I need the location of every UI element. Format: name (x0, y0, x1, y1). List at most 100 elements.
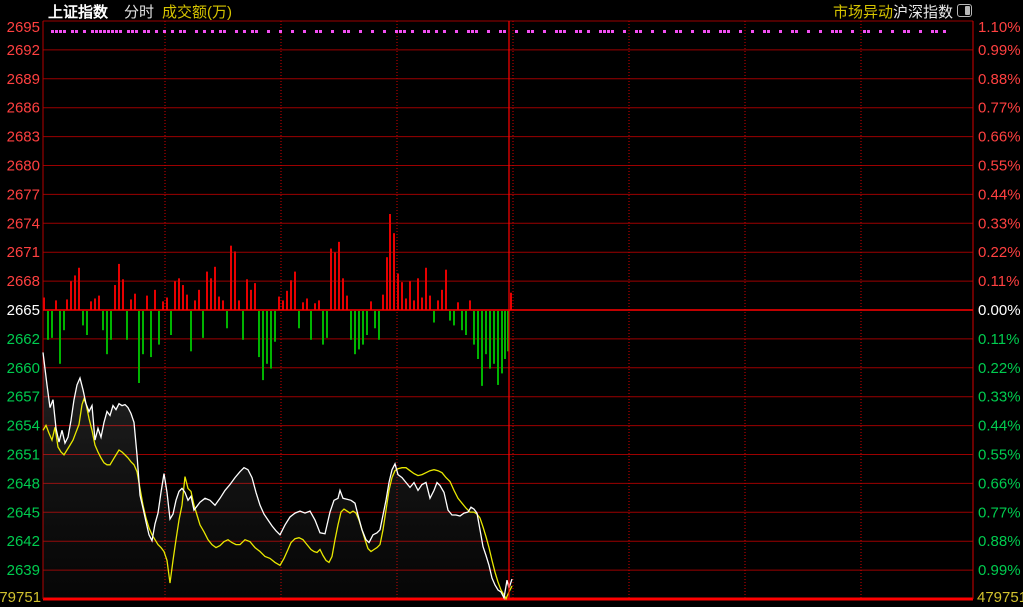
market-event-dot (559, 30, 562, 33)
volume-scale-label-left: 479751 (0, 589, 41, 606)
left-axis-label: 2639 (7, 562, 40, 579)
market-event-dot (907, 30, 910, 33)
market-event-dot (751, 30, 754, 33)
market-event-dot (163, 30, 166, 33)
volume-bar-down (110, 311, 112, 340)
market-event-dot (779, 30, 782, 33)
market-event-dot (563, 30, 566, 33)
market-event-dot (719, 30, 722, 33)
volume-bar-down (497, 311, 499, 385)
volume-bar-up (118, 264, 120, 310)
volume-bar-up (130, 299, 132, 310)
volume-bar-up (278, 297, 280, 310)
intraday-chart-window: 上证指数分时成交额(万) 市场异动沪深指数 269526922689268626… (0, 0, 1023, 607)
volume-bar-up (510, 293, 512, 310)
market-event-dot (183, 30, 186, 33)
right-axis-label: 0.77% (978, 100, 1021, 117)
volume-bar-down (374, 311, 376, 328)
market-event-dot (443, 30, 446, 33)
market-event-dot (931, 30, 934, 33)
volume-bar-down (489, 311, 491, 369)
left-axis-label: 2695 (7, 19, 40, 36)
volume-bar-up (222, 300, 224, 310)
volume-bar-up (234, 251, 236, 310)
left-axis-label: 2677 (7, 186, 40, 203)
market-event-dot (623, 30, 626, 33)
volume-bar-down (358, 311, 360, 349)
market-event-dot (603, 30, 606, 33)
volume-bar-up (198, 290, 200, 310)
volume-bar-up (382, 295, 384, 310)
market-event-dot (599, 30, 602, 33)
market-event-dot (943, 30, 946, 33)
right-axis-label: 0.88% (978, 533, 1021, 550)
volume-bar-up (98, 296, 100, 310)
volume-bar-up (214, 267, 216, 310)
market-event-dot (359, 30, 362, 33)
volume-bar-down (270, 311, 272, 369)
left-axis-label: 2645 (7, 504, 40, 521)
volume-bar-down (82, 311, 84, 325)
volume-bar-down (485, 311, 487, 354)
volume-bar-down (106, 311, 108, 354)
volume-bar-down (266, 311, 268, 364)
volume-bar-down (433, 311, 435, 323)
volume-bar-down (226, 311, 228, 328)
market-event-dot (291, 30, 294, 33)
right-axis-label: 0.22% (978, 244, 1021, 261)
market-event-dot (211, 30, 214, 33)
volume-bar-up (74, 275, 76, 310)
volume-bar-up (230, 246, 232, 310)
volume-bar-down (449, 311, 451, 321)
volume-bar-down (262, 311, 264, 380)
volume-bar-up (346, 296, 348, 310)
volume-bar-up (405, 298, 407, 310)
market-event-dot (75, 30, 78, 33)
right-axis-label: 0.77% (978, 504, 1021, 521)
volume-bar-down (366, 311, 368, 335)
volume-bar-up (194, 300, 196, 310)
market-event-dot (651, 30, 654, 33)
market-event-dot (723, 30, 726, 33)
volume-bar-up (250, 290, 252, 310)
market-event-dot (543, 30, 546, 33)
market-event-dot (59, 30, 62, 33)
right-axis-label: 0.88% (978, 71, 1021, 88)
market-event-dot (579, 30, 582, 33)
volume-bar-down (310, 311, 312, 340)
market-event-dot (919, 30, 922, 33)
volume-bar-down (102, 311, 104, 330)
left-axis-label: 2662 (7, 331, 40, 348)
market-event-dot (607, 30, 610, 33)
volume-bar-down (242, 311, 244, 340)
right-axis-label: 0.00% (978, 302, 1021, 319)
volume-bar-up (210, 278, 212, 310)
volume-bar-down (362, 311, 364, 345)
volume-bar-up (166, 298, 168, 310)
volume-bar-up (122, 279, 124, 310)
market-event-dot (635, 30, 638, 33)
left-axis-label: 2686 (7, 100, 40, 117)
right-axis-label: 0.44% (978, 418, 1021, 435)
left-axis-label: 2671 (7, 244, 40, 261)
market-event-dot (707, 30, 710, 33)
volume-bar-up (370, 301, 372, 310)
volume-bar-down (202, 311, 204, 338)
market-event-dot (383, 30, 386, 33)
volume-bar-down (501, 311, 503, 373)
market-event-dot (891, 30, 894, 33)
market-event-dot (675, 30, 678, 33)
market-event-dot (303, 30, 306, 33)
market-event-dot (503, 30, 506, 33)
intraday-chart-plot[interactable]: 2695269226892686268326802677267426712668… (0, 0, 1023, 607)
left-axis-label: 2683 (7, 129, 40, 146)
market-event-dot (795, 30, 798, 33)
volume-bar-up (70, 281, 72, 310)
left-axis-label: 2680 (7, 158, 40, 175)
market-event-dot (935, 30, 938, 33)
volume-bar-down (378, 311, 380, 340)
volume-bar-down (465, 311, 467, 335)
market-event-dot (819, 30, 822, 33)
volume-bar-up (55, 300, 57, 310)
market-event-dot (423, 30, 426, 33)
